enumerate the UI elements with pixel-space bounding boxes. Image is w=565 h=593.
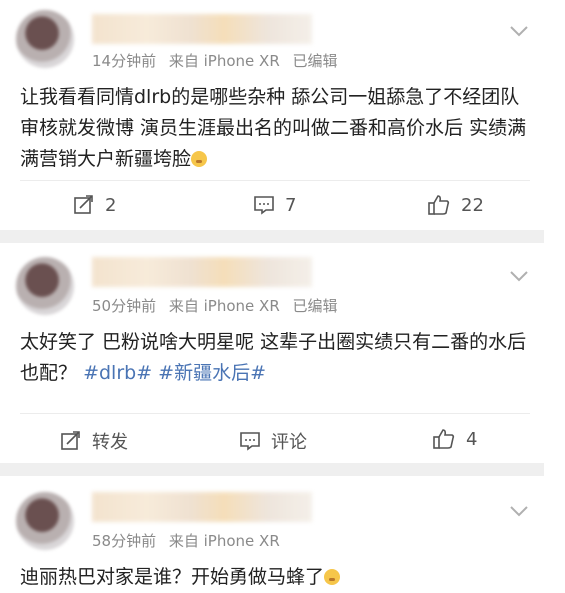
like-button[interactable]: 22 — [427, 194, 484, 216]
comment-icon — [254, 196, 274, 215]
post-content: 太好笑了 巴粉说啥大明星呢 这辈子出圈实绩只有二番的水后也配？ #dlrb# #… — [20, 327, 530, 389]
post-content: 让我看看同情dlrb的是哪些杂种 舔公司一姐舔急了不经团队审核就发微博 演员生涯… — [20, 82, 530, 175]
repost-icon — [74, 195, 93, 214]
post-content: 迪丽热巴对家是谁？开始勇做马蜂了 — [20, 562, 530, 593]
divider — [20, 180, 530, 181]
comment-button[interactable]: 7 — [253, 194, 296, 216]
post-time: 50分钟前 — [92, 297, 157, 315]
post-source: 来自 iPhone XR — [168, 532, 280, 550]
separator — [0, 230, 544, 243]
post-text: 迪丽热巴对家是谁？开始勇做马蜂了 — [20, 566, 325, 588]
username-blurred[interactable] — [92, 257, 312, 287]
post-meta: 14分钟前 来自 iPhone XR 已编辑 — [92, 50, 346, 71]
repost-button[interactable]: 2 — [73, 194, 116, 216]
repost-count: 2 — [105, 194, 117, 216]
thinking-face-icon — [191, 151, 208, 167]
like-count: 22 — [461, 194, 484, 216]
like-count: 4 — [466, 428, 478, 450]
avatar[interactable] — [16, 492, 74, 550]
comment-count: 7 — [285, 194, 297, 216]
post-2: 50分钟前 来自 iPhone XR 已编辑 太好笑了 巴粉说啥大明星呢 这辈子… — [0, 243, 565, 463]
edited-label: 已编辑 — [292, 52, 338, 70]
thumbs-up-icon — [433, 429, 455, 449]
hashtag-xinjiang[interactable]: #新疆水后# — [158, 362, 266, 384]
avatar[interactable] — [16, 10, 74, 68]
avatar[interactable] — [16, 257, 74, 315]
comment-button[interactable]: 评论 — [239, 428, 307, 454]
post-1: 14分钟前 来自 iPhone XR 已编辑 让我看看同情dlrb的是哪些杂种 … — [0, 0, 565, 230]
separator — [0, 463, 544, 476]
post-meta: 58分钟前 来自 iPhone XR — [92, 530, 288, 551]
like-button[interactable]: 4 — [432, 428, 477, 450]
edited-label: 已编辑 — [292, 297, 338, 315]
post-source: 来自 iPhone XR — [168, 52, 280, 70]
comment-icon — [240, 432, 260, 451]
chevron-down-icon[interactable] — [508, 500, 530, 522]
chevron-down-icon[interactable] — [508, 20, 530, 42]
post-text: 让我看看同情dlrb的是哪些杂种 舔公司一姐舔急了不经团队审核就发微博 演员生涯… — [20, 86, 527, 170]
post-meta: 50分钟前 来自 iPhone XR 已编辑 — [92, 295, 346, 316]
hashtag-dlrb[interactable]: #dlrb# — [83, 362, 152, 384]
post-time: 14分钟前 — [92, 52, 157, 70]
username-blurred[interactable] — [92, 14, 312, 44]
thumbs-up-icon — [428, 195, 450, 215]
face-icon — [324, 569, 341, 585]
post-3: 58分钟前 来自 iPhone XR 迪丽热巴对家是谁？开始勇做马蜂了 — [0, 476, 565, 588]
repost-icon — [61, 431, 80, 450]
divider — [20, 413, 530, 414]
repost-button[interactable]: 转发 — [60, 428, 128, 454]
post-time: 58分钟前 — [92, 532, 157, 550]
chevron-down-icon[interactable] — [508, 265, 530, 287]
username-blurred[interactable] — [92, 492, 312, 522]
comment-label: 评论 — [271, 432, 307, 453]
post-source: 来自 iPhone XR — [168, 297, 280, 315]
repost-label: 转发 — [92, 432, 128, 453]
